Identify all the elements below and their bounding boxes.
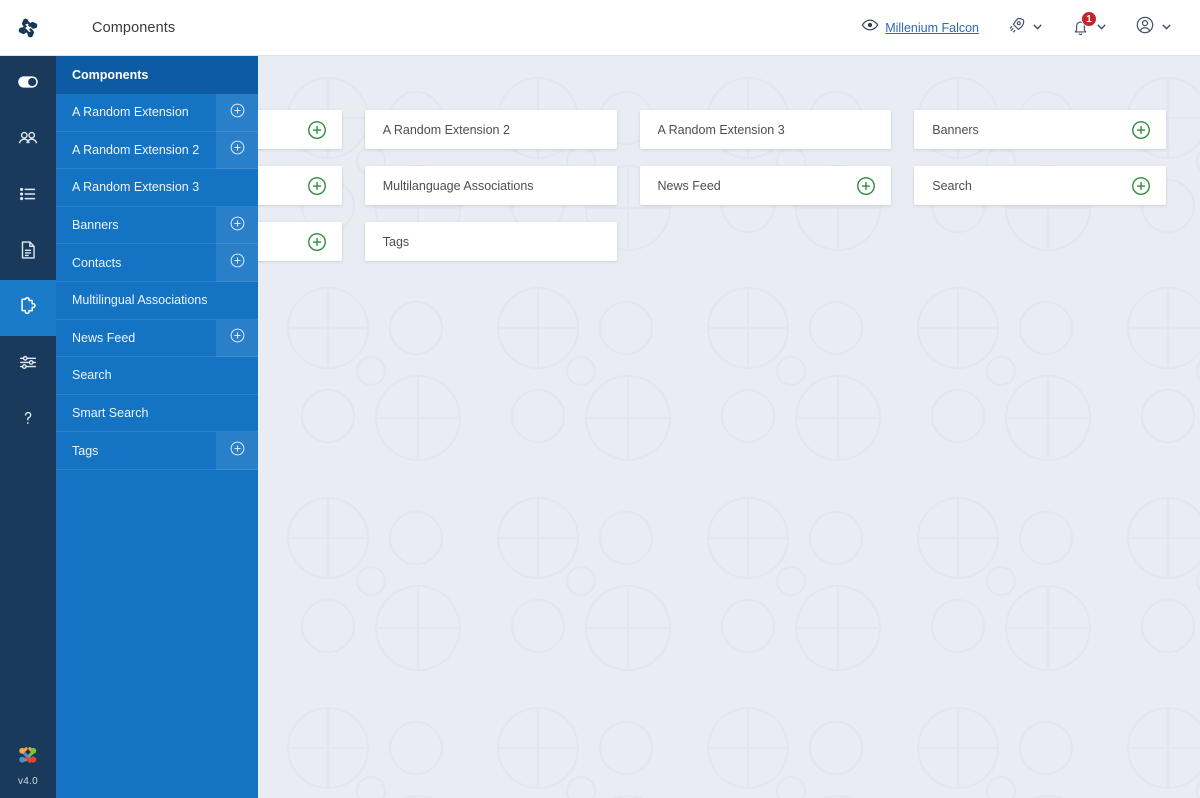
plus-circle-icon[interactable]: [1130, 119, 1152, 141]
components-sidebar: Components A Random Extension A Random E…: [56, 56, 258, 798]
toggle-dashboard-icon: [15, 69, 41, 100]
sidebar-add-button[interactable]: [216, 206, 258, 245]
component-card[interactable]: Multilanguage Associations: [364, 166, 617, 205]
component-card-label: Multilanguage Associations: [382, 178, 534, 193]
sidebar-add-button[interactable]: [216, 244, 258, 282]
plus-circle-icon: [229, 327, 246, 349]
chevron-down-icon: [1096, 19, 1107, 37]
joomla-color-logo-icon: [14, 741, 42, 774]
sidebar-add-button[interactable]: [216, 319, 258, 358]
plus-circle-icon: [229, 139, 246, 161]
sidebar-item-label: News Feed: [72, 330, 136, 345]
rail-item-help[interactable]: [0, 392, 56, 448]
icon-rail: v4.0: [0, 56, 56, 798]
sidebar-item-a-random-extension[interactable]: A Random Extension: [56, 94, 258, 132]
plus-circle-icon[interactable]: [306, 119, 328, 141]
sidebar-item-label: A Random Extension 2: [72, 142, 200, 157]
rail-item-system[interactable]: [0, 336, 56, 392]
sidebar-item-label: A Random Extension: [72, 105, 189, 120]
sidebar-item-label: Tags: [72, 443, 99, 458]
sidebar-item-a-random-extension-3[interactable]: A Random Extension 3: [56, 169, 258, 207]
sidebar-add-button[interactable]: [216, 94, 258, 132]
plus-circle-icon: [229, 102, 246, 124]
component-card-label: A Random Extension 2: [382, 122, 510, 137]
joomla-logo-icon[interactable]: [0, 0, 56, 56]
sidebar-item-label: Multilingual Associations: [72, 293, 208, 308]
users-icon: [16, 126, 40, 155]
help-question-icon: [17, 407, 39, 434]
rail-item-components[interactable]: [0, 280, 56, 336]
sidebar-item-smart-search[interactable]: Smart Search: [56, 395, 258, 433]
component-card[interactable]: Tags: [364, 222, 617, 261]
post-install-messages-menu[interactable]: [993, 0, 1057, 56]
header-actions: Millenium Falcon 1: [847, 0, 1200, 56]
sidebar-item-tags[interactable]: Tags: [56, 432, 258, 470]
joomla-admin-screen: Components Millenium Falcon 1 A Random E…: [0, 0, 1200, 798]
notifications-menu[interactable]: 1: [1057, 0, 1121, 56]
site-preview-link[interactable]: Millenium Falcon: [847, 0, 993, 56]
component-card-label: Search: [932, 178, 972, 193]
top-header: Components Millenium Falcon 1: [0, 0, 1200, 56]
component-card[interactable]: A Random Extension 3: [639, 110, 892, 149]
site-name-label[interactable]: Millenium Falcon: [885, 21, 979, 35]
rail-item-users[interactable]: [0, 112, 56, 168]
rocket-icon: [1007, 16, 1026, 40]
component-card-label: News Feed: [657, 178, 721, 193]
rail-item-home-dashboard[interactable]: [0, 56, 56, 112]
sidebar-item-contacts[interactable]: Contacts: [56, 244, 258, 282]
sidebar-item-label: A Random Extension 3: [72, 180, 200, 195]
plus-circle-icon[interactable]: [306, 231, 328, 253]
bell-icon: 1: [1071, 11, 1097, 37]
chevron-down-icon: [1032, 19, 1043, 37]
rail-item-menus[interactable]: [0, 168, 56, 224]
sidebar-item-label: Smart Search: [72, 406, 149, 421]
puzzle-icon: [16, 294, 40, 323]
plus-circle-icon: [229, 440, 246, 462]
notification-badge: 1: [1081, 11, 1097, 27]
sidebar-item-multilingual-associations[interactable]: Multilingual Associations: [56, 282, 258, 320]
version-block: v4.0: [0, 730, 56, 798]
plus-circle-icon[interactable]: [855, 175, 877, 197]
sidebar-add-button[interactable]: [216, 131, 258, 170]
version-label: v4.0: [17, 776, 39, 787]
sidebar-item-news-feed[interactable]: News Feed: [56, 319, 258, 358]
component-card[interactable]: Banners: [914, 110, 1166, 149]
plus-circle-icon: [229, 215, 246, 237]
plus-circle-icon: [229, 252, 246, 274]
page-title: Components: [92, 19, 176, 36]
eye-icon: [861, 16, 879, 39]
sidebar-item-label: Contacts: [72, 255, 122, 270]
sidebar-item-search[interactable]: Search: [56, 357, 258, 395]
component-card-label: A Random Extension 3: [657, 122, 785, 137]
sidebar-item-a-random-extension-2[interactable]: A Random Extension 2: [56, 131, 258, 170]
sidebar-item-label: Banners: [72, 218, 119, 233]
component-card-label: Banners: [932, 122, 979, 137]
user-circle-icon: [1135, 15, 1155, 40]
chevron-down-icon: [1161, 19, 1172, 37]
sidebar-item-banners[interactable]: Banners: [56, 206, 258, 245]
sidebar-add-button[interactable]: [216, 432, 258, 470]
component-card-label: Tags: [382, 234, 410, 249]
plus-circle-icon[interactable]: [306, 175, 328, 197]
sidebar-item-label: Search: [72, 368, 112, 383]
sliders-icon: [17, 351, 39, 378]
component-card[interactable]: A Random Extension 2: [364, 110, 617, 149]
plus-circle-icon[interactable]: [1130, 175, 1152, 197]
user-menu[interactable]: [1121, 0, 1186, 56]
component-card[interactable]: Search: [914, 166, 1166, 205]
component-card[interactable]: News Feed: [639, 166, 892, 205]
document-icon: [17, 239, 39, 266]
sidebar-heading: Components: [56, 56, 258, 94]
menu-list-icon: [17, 183, 39, 210]
rail-item-content[interactable]: [0, 224, 56, 280]
